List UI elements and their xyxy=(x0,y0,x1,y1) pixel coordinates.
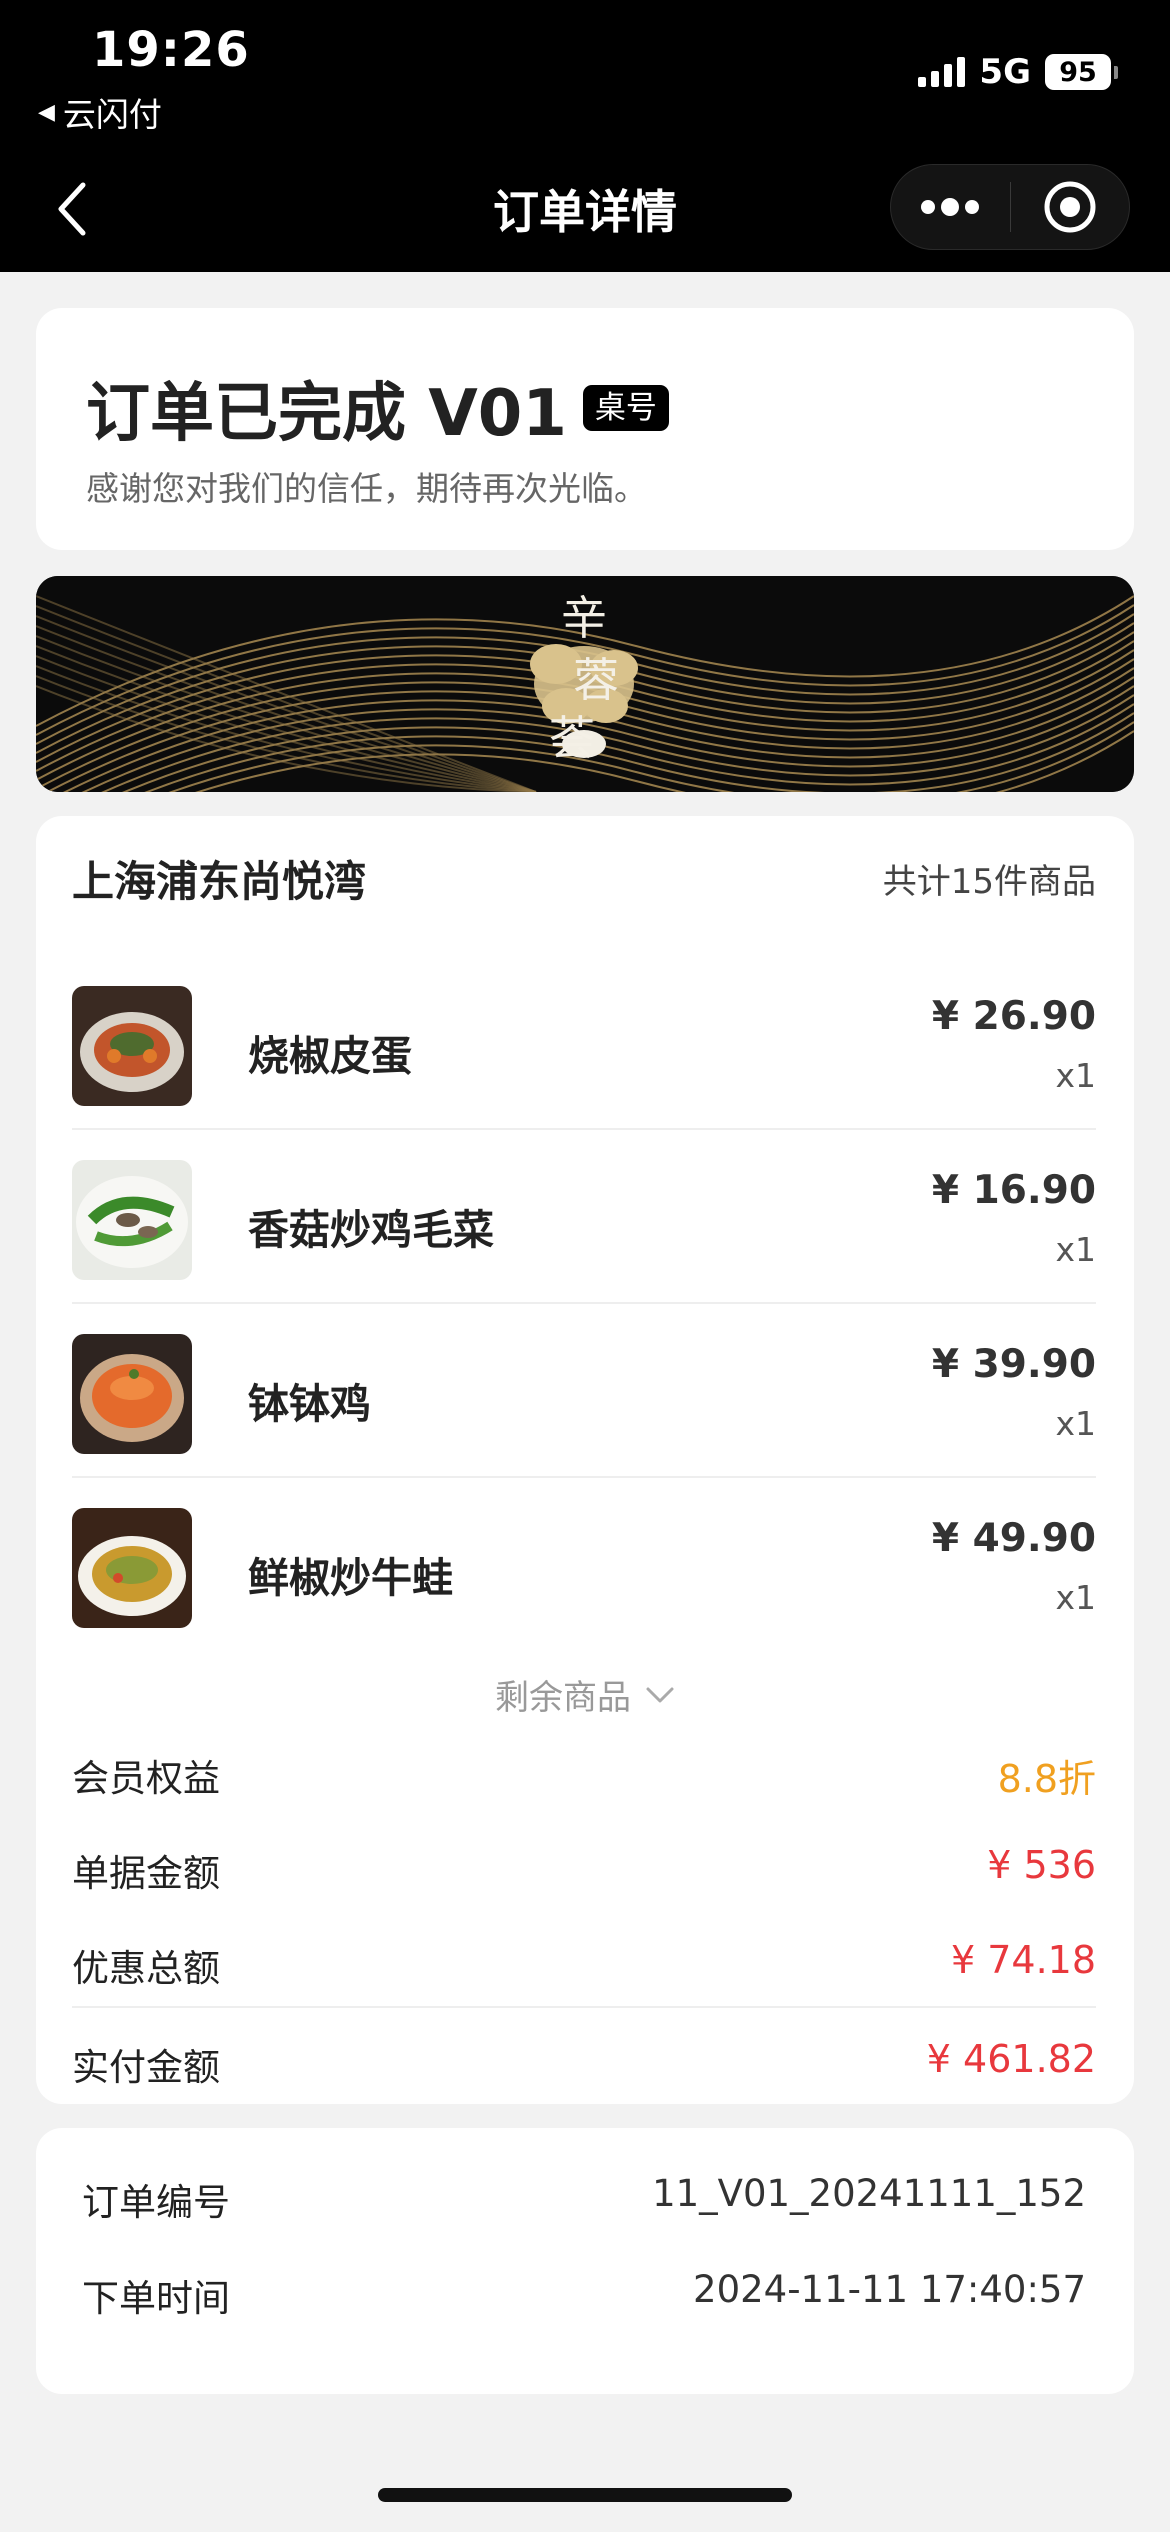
battery-icon: 95 xyxy=(1045,54,1118,90)
order-time-row: 下单时间 2024-11-11 17:40:57 xyxy=(82,2258,1106,2328)
battery-level: 95 xyxy=(1045,54,1111,90)
discount-total-row: 优惠总额 ¥ 74.18 xyxy=(72,1924,1096,2004)
order-number-row: 订单编号 11_V01_20241111_152 xyxy=(82,2162,1106,2232)
logo-char-2: 蓉 xyxy=(573,653,619,707)
bill-amount-row: 单据金额 ¥ 536 xyxy=(72,1829,1096,1909)
item-count: 共计15件商品 xyxy=(882,862,1096,902)
order-number-label: 订单编号 xyxy=(82,2181,230,2224)
dish-image xyxy=(72,1334,192,1454)
banner-graphic: 辛 蓉 荟 xyxy=(36,576,1134,792)
member-benefit-value: 8.8折 xyxy=(997,1757,1096,1801)
dish-name: 烧椒皮蛋 xyxy=(248,1032,412,1080)
order-number-value[interactable]: 11_V01_20241111_152 xyxy=(652,2172,1086,2215)
network-type: 5G xyxy=(979,52,1031,92)
list-item: 香菇炒鸡毛菜 ¥ 16.90 x1 xyxy=(72,1130,1096,1304)
dish-image xyxy=(72,1508,192,1628)
logo-char-3: 荟 xyxy=(549,711,595,765)
order-time-label: 下单时间 xyxy=(82,2277,230,2320)
store-name: 上海浦东尚悦湾 xyxy=(72,857,367,906)
more-items-toggle[interactable]: 剩余商品 xyxy=(36,1670,1134,1719)
nav-bar: 订单详情 xyxy=(0,160,1170,270)
dish-name: 香菇炒鸡毛菜 xyxy=(248,1206,494,1254)
member-benefit-row: 会员权益 8.8折 xyxy=(72,1734,1096,1814)
more-dots-icon xyxy=(921,198,980,216)
order-status-heading: 订单已完成 V01 桌号 xyxy=(86,362,669,454)
dish-quantity: x1 xyxy=(1055,1230,1096,1269)
dish-price: ¥ 26.90 xyxy=(931,994,1096,1039)
back-app-label: 云闪付 xyxy=(62,95,162,134)
discount-total-label: 优惠总额 xyxy=(72,1947,220,1990)
more-items-label: 剩余商品 xyxy=(495,1678,631,1718)
mini-program-capsule xyxy=(890,164,1130,250)
member-benefit-label: 会员权益 xyxy=(72,1757,220,1800)
list-item: 烧椒皮蛋 ¥ 26.90 x1 xyxy=(72,956,1096,1130)
dish-quantity: x1 xyxy=(1055,1404,1096,1443)
bill-amount-value: ¥ 536 xyxy=(987,1843,1096,1887)
brand-banner: 辛 蓉 荟 xyxy=(36,576,1134,792)
close-mini-program-button[interactable] xyxy=(1010,164,1129,250)
dish-price: ¥ 16.90 xyxy=(931,1168,1096,1213)
back-triangle-icon: ◀ xyxy=(38,99,55,125)
paid-amount-row: 实付金额 ¥ 461.82 xyxy=(72,2023,1096,2103)
signal-icon xyxy=(918,57,966,87)
bill-amount-label: 单据金额 xyxy=(72,1852,220,1895)
target-circle-icon xyxy=(1044,181,1096,233)
status-time: 19:26 xyxy=(92,22,250,78)
top-bar: 19:26 ◀ 云闪付 5G 95 订单详情 xyxy=(0,0,1170,272)
status-indicators: 5G 95 xyxy=(918,52,1118,92)
dish-name: 鲜椒炒牛蛙 xyxy=(248,1554,453,1602)
dish-image xyxy=(72,986,192,1106)
table-number-badge: 桌号 xyxy=(582,384,669,432)
list-item: 钵钵鸡 ¥ 39.90 x1 xyxy=(72,1304,1096,1478)
more-button[interactable] xyxy=(891,164,1010,250)
paid-amount-label: 实付金额 xyxy=(72,2046,220,2089)
back-to-app-link[interactable]: ◀ 云闪付 xyxy=(38,88,162,136)
dish-name: 钵钵鸡 xyxy=(248,1380,371,1428)
discount-total-value: ¥ 74.18 xyxy=(950,1938,1096,1982)
dish-image xyxy=(72,1160,192,1280)
paid-amount-value: ¥ 461.82 xyxy=(926,2037,1096,2081)
order-time-value: 2024-11-11 17:40:57 xyxy=(693,2268,1086,2311)
dish-quantity: x1 xyxy=(1055,1578,1096,1617)
order-info-card: 订单编号 11_V01_20241111_152 下单时间 2024-11-11… xyxy=(36,2128,1134,2394)
logo-char-1: 辛 xyxy=(561,591,607,645)
dish-quantity: x1 xyxy=(1055,1056,1096,1095)
order-status-card: 订单已完成 V01 桌号 感谢您对我们的信任，期待再次光临。 xyxy=(36,308,1134,550)
order-status-title: 订单已完成 V01 xyxy=(86,377,567,451)
order-items-card: 上海浦东尚悦湾 共计15件商品 烧椒皮蛋 ¥ 26.90 x1 香菇炒鸡毛菜 ¥… xyxy=(36,816,1134,2104)
order-status-subtitle: 感谢您对我们的信任，期待再次光临。 xyxy=(86,469,647,508)
home-indicator[interactable] xyxy=(378,2488,792,2502)
dish-price: ¥ 49.90 xyxy=(931,1516,1096,1561)
dish-price: ¥ 39.90 xyxy=(931,1342,1096,1387)
list-item: 鲜椒炒牛蛙 ¥ 49.90 x1 xyxy=(72,1478,1096,1652)
chevron-down-icon xyxy=(646,1687,674,1702)
